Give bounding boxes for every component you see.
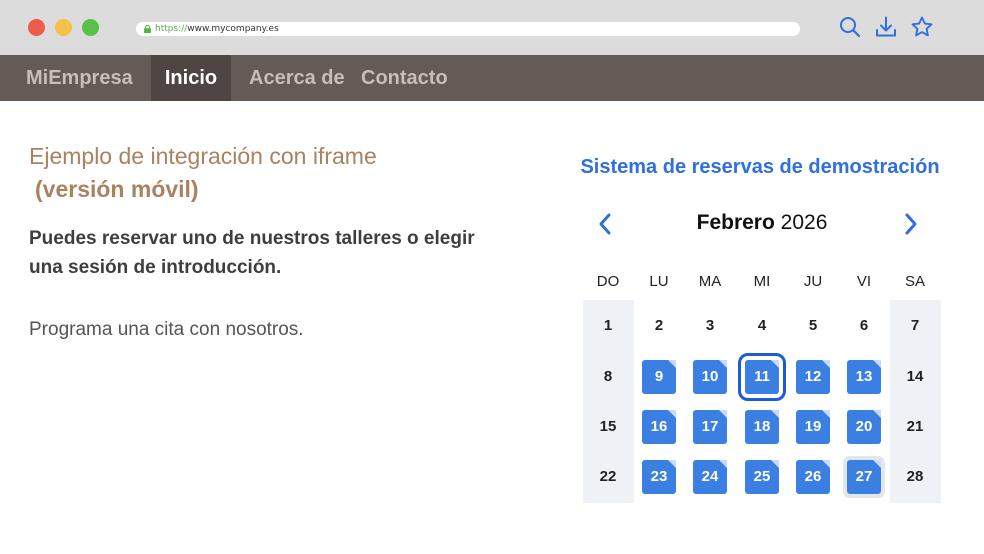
url-host: www.mycompany.es: [187, 24, 279, 34]
page-subtitle: (versión móvil): [35, 176, 199, 202]
calendar-day: 7: [910, 317, 920, 334]
calendar-day-available[interactable]: 17: [693, 410, 727, 444]
chevron-right-icon[interactable]: [897, 211, 923, 237]
lead-paragraph: Puedes reservar uno de nuestros talleres…: [29, 228, 475, 278]
browser-toolbar: https://www.mycompany.es: [0, 0, 984, 55]
weekday-label: SA: [904, 273, 925, 290]
calendar-day-available[interactable]: 26: [796, 460, 830, 494]
calendar-day: 28: [906, 468, 924, 485]
calendar-day-available[interactable]: 16: [642, 410, 676, 444]
star-icon[interactable]: [910, 15, 934, 39]
month-label: Febrero 2026: [583, 211, 941, 235]
weekday-label: VI: [856, 273, 872, 290]
calendar-day: 14: [906, 368, 924, 385]
weekday-label: MI: [753, 273, 771, 290]
calendar-day-available[interactable]: 11: [738, 353, 786, 401]
url-text: https://www.mycompany.es: [155, 22, 279, 36]
maximize-window-button[interactable]: [82, 19, 99, 36]
calendar-day-available[interactable]: 19: [796, 410, 830, 444]
download-icon[interactable]: [874, 15, 898, 39]
calendar-header: Febrero 2026: [583, 207, 941, 241]
calendar-day: 2: [654, 317, 664, 334]
calendar-day: 15: [599, 418, 617, 435]
calendar-day: 3: [705, 317, 715, 334]
minimize-window-button[interactable]: [55, 19, 72, 36]
calendar-day: 4: [757, 317, 767, 334]
month-name: Febrero: [696, 211, 775, 234]
calendar-day-available[interactable]: 18: [745, 410, 779, 444]
page-heading: Ejemplo de integración con iframe (versi…: [29, 140, 377, 206]
search-icon[interactable]: [838, 15, 862, 39]
close-window-button[interactable]: [28, 19, 45, 36]
site-navbar: MiEmpresa Inicio Acerca de Contacto: [0, 55, 984, 101]
weekday-label: JU: [803, 273, 823, 290]
weekday-label: DO: [596, 273, 620, 290]
calendar-day-available[interactable]: 10: [693, 360, 727, 394]
year-label: 2026: [780, 211, 828, 234]
weekday-label: LU: [649, 273, 669, 290]
calendar-day-available[interactable]: 20: [847, 410, 881, 444]
calendar-day: 1: [603, 317, 613, 334]
page-title: Ejemplo de integración con iframe: [29, 143, 377, 169]
calendar-day-available[interactable]: 25: [745, 460, 779, 494]
booking-widget-title: Sistema de reservas de demostración: [580, 156, 940, 178]
calendar-day-available[interactable]: 13: [847, 360, 881, 394]
nav-item-acerca-de[interactable]: Acerca de: [249, 55, 345, 101]
calendar-day: 8: [603, 368, 613, 385]
nav-item-contacto[interactable]: Contacto: [361, 55, 448, 101]
calendar-day-available[interactable]: 24: [693, 460, 727, 494]
calendar-day: 5: [808, 317, 818, 334]
calendar-day-available[interactable]: 12: [796, 360, 830, 394]
calendar-day: 22: [599, 468, 617, 485]
body-paragraph: Programa una cita con nosotros.: [29, 319, 304, 340]
calendar-day-available[interactable]: 9: [642, 360, 676, 394]
brand-logo[interactable]: MiEmpresa: [26, 55, 133, 101]
weekday-label: MA: [698, 273, 722, 290]
weekday-header: DO LU MA MI JU VI SA: [583, 273, 941, 293]
calendar-day: 6: [859, 317, 869, 334]
url-protocol: https://: [155, 24, 188, 34]
calendar-day-available[interactable]: 27: [847, 460, 881, 494]
calendar-day-available[interactable]: 23: [642, 460, 676, 494]
lock-icon: [144, 25, 151, 33]
nav-item-inicio[interactable]: Inicio: [151, 55, 231, 101]
calendar-day: 21: [906, 418, 924, 435]
address-bar[interactable]: https://www.mycompany.es: [136, 22, 800, 36]
